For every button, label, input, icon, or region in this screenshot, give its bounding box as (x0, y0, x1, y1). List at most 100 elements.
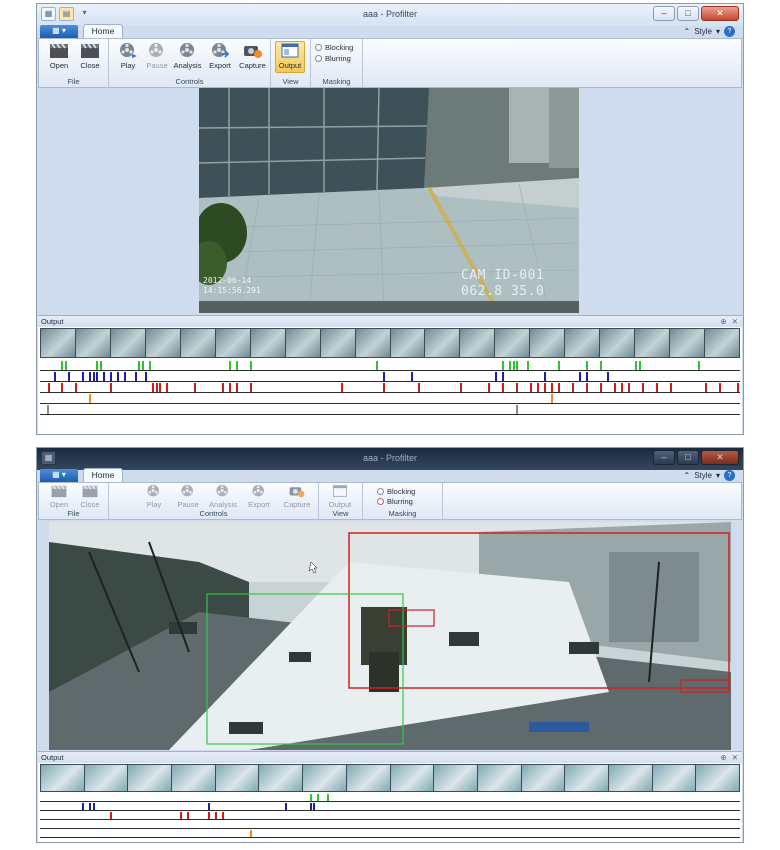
event-marker[interactable] (134, 372, 137, 381)
event-marker[interactable] (166, 383, 168, 392)
event-marker[interactable] (215, 812, 217, 819)
event-marker[interactable] (600, 383, 602, 392)
event-marker[interactable] (141, 361, 144, 370)
event-marker[interactable] (670, 383, 672, 392)
event-marker[interactable] (61, 383, 63, 392)
help-icon[interactable]: ? (724, 470, 735, 481)
event-marker[interactable] (316, 794, 319, 801)
export-button[interactable]: Export (205, 42, 235, 70)
thumbnail-frame[interactable] (215, 765, 259, 791)
event-marker[interactable] (638, 361, 641, 370)
event-marker[interactable] (621, 383, 623, 392)
event-marker[interactable] (418, 383, 420, 392)
event-marker[interactable] (516, 383, 518, 392)
event-marker[interactable] (208, 803, 210, 810)
blocking-radio[interactable]: Blocking (377, 487, 415, 496)
play-button[interactable]: Play (139, 484, 169, 509)
event-marker[interactable] (544, 383, 546, 392)
event-marker[interactable] (250, 383, 252, 392)
event-marker[interactable] (236, 383, 238, 392)
event-marker[interactable] (656, 383, 658, 392)
event-marker[interactable] (642, 383, 644, 392)
event-marker[interactable] (614, 383, 616, 392)
event-marker[interactable] (110, 383, 112, 392)
event-marker[interactable] (628, 383, 630, 392)
output-button[interactable]: Output (325, 484, 355, 509)
event-marker[interactable] (82, 803, 84, 810)
event-marker[interactable] (411, 372, 413, 381)
event-marker[interactable] (544, 372, 546, 381)
tab-home[interactable]: Home (83, 468, 123, 483)
event-track[interactable] (40, 393, 740, 404)
event-marker[interactable] (250, 361, 252, 370)
event-marker[interactable] (89, 394, 91, 403)
export-button[interactable]: Export (244, 484, 274, 509)
event-marker[interactable] (526, 361, 529, 370)
event-marker[interactable] (502, 372, 504, 381)
thumbnail-frame[interactable] (41, 329, 75, 357)
blurring-radio[interactable]: Blurring (315, 54, 351, 63)
event-marker[interactable] (48, 383, 51, 392)
style-menu[interactable]: ⌃ Style ▾ ? (683, 470, 735, 481)
event-marker[interactable] (509, 361, 511, 370)
event-marker[interactable] (551, 394, 553, 403)
event-marker[interactable] (152, 383, 154, 392)
event-marker[interactable] (82, 372, 84, 381)
event-marker[interactable] (187, 812, 189, 819)
event-marker[interactable] (89, 372, 91, 381)
event-marker[interactable] (705, 383, 707, 392)
collapse-ribbon-icon[interactable]: ⌃ (683, 471, 690, 480)
event-marker[interactable] (586, 383, 588, 392)
thumbnail-frame[interactable] (285, 329, 320, 357)
pause-button[interactable]: Pause (142, 42, 172, 70)
pin-icon[interactable]: ⊕ (720, 316, 726, 327)
event-marker[interactable] (47, 405, 49, 414)
thumbnail-frame[interactable] (696, 765, 739, 791)
event-marker[interactable] (600, 361, 602, 370)
event-marker[interactable] (719, 383, 721, 392)
event-track[interactable] (40, 820, 740, 829)
event-marker[interactable] (327, 794, 329, 801)
thumbnail-frame[interactable] (259, 765, 303, 791)
event-marker[interactable] (698, 361, 700, 370)
thumbnail-frame[interactable] (84, 765, 128, 791)
event-marker[interactable] (512, 361, 515, 370)
blocking-radio[interactable]: Blocking (315, 43, 353, 52)
thumbnail-frame[interactable] (215, 329, 250, 357)
capture-button[interactable]: Capture (279, 484, 315, 509)
play-button[interactable]: Play (113, 42, 143, 70)
pin-icon[interactable]: ⊕ (720, 752, 726, 763)
event-marker[interactable] (89, 803, 91, 810)
event-marker[interactable] (383, 372, 385, 381)
thumbnail-frame[interactable] (172, 765, 215, 791)
event-marker[interactable] (96, 372, 98, 381)
thumbnail-filmstrip[interactable] (40, 328, 740, 358)
thumbnail-frame[interactable] (390, 765, 434, 791)
event-marker[interactable] (229, 361, 231, 370)
thumbnail-frame[interactable] (652, 765, 696, 791)
application-menu-button[interactable]: ▦ ▾ (40, 469, 78, 482)
event-marker[interactable] (285, 803, 287, 810)
thumbnail-frame[interactable] (635, 329, 670, 357)
thumbnail-frame[interactable] (145, 329, 180, 357)
collapse-ribbon-icon[interactable]: ⌃ (683, 27, 690, 36)
event-marker[interactable] (250, 830, 252, 837)
thumbnail-frame[interactable] (425, 329, 460, 357)
thumbnail-frame[interactable] (495, 329, 530, 357)
event-marker[interactable] (61, 361, 63, 370)
event-marker[interactable] (145, 372, 147, 381)
style-menu[interactable]: ⌃ Style ▾ ? (683, 26, 735, 37)
application-menu-button[interactable]: ▦ ▾ (40, 25, 78, 38)
event-marker[interactable] (117, 372, 119, 381)
event-marker[interactable] (558, 383, 560, 392)
event-marker[interactable] (309, 803, 312, 810)
output-button[interactable]: Output (275, 41, 305, 73)
event-marker[interactable] (236, 361, 238, 370)
event-marker[interactable] (736, 383, 739, 392)
thumbnail-frame[interactable] (565, 329, 600, 357)
event-marker[interactable] (579, 372, 581, 381)
event-marker[interactable] (488, 383, 490, 392)
event-marker[interactable] (68, 372, 70, 381)
thumbnail-frame[interactable] (477, 765, 521, 791)
close-icon[interactable]: ✕ (732, 752, 738, 763)
